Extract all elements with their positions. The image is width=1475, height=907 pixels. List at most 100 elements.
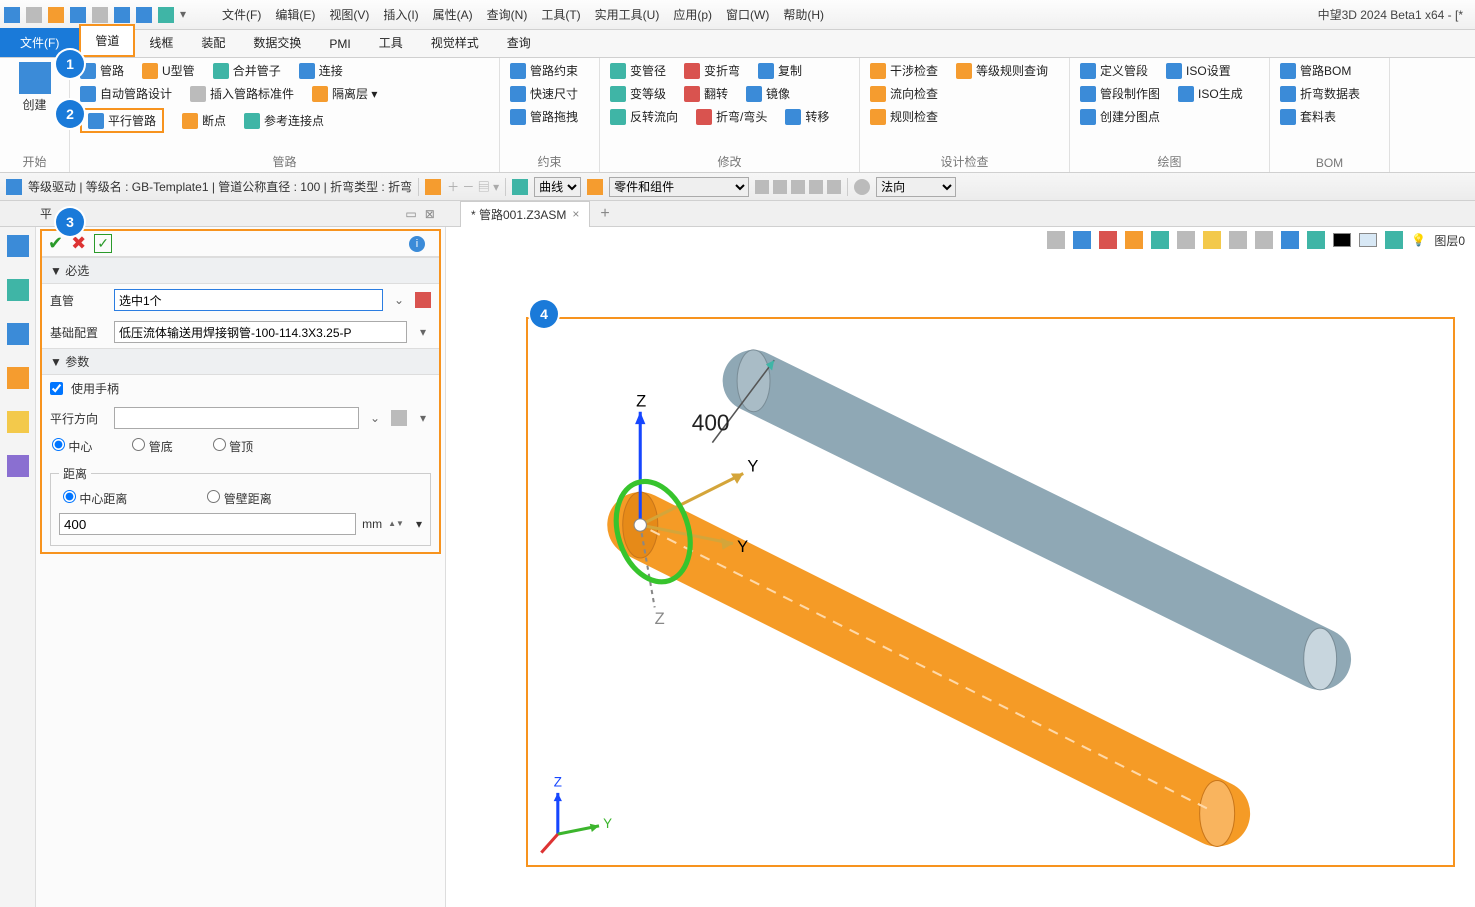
apply-icon[interactable]: ✓ bbox=[94, 234, 112, 253]
cmd-segdraw[interactable]: 管段制作图 bbox=[1080, 85, 1160, 102]
ribbon-tab-wire[interactable]: 线框 bbox=[135, 28, 187, 57]
cmd-rulequery[interactable]: 等级规则查询 bbox=[956, 62, 1048, 79]
cmd-constraint[interactable]: 管路约束 bbox=[510, 62, 578, 79]
input-basecfg[interactable] bbox=[114, 321, 407, 343]
cmd-parallel-route[interactable]: 平行管路 bbox=[80, 108, 164, 133]
redo-icon[interactable] bbox=[136, 7, 152, 23]
chart-icon[interactable] bbox=[512, 179, 528, 195]
filter-sel2[interactable]: 零件和组件 bbox=[609, 177, 749, 197]
ct-8-icon[interactable] bbox=[1229, 231, 1247, 249]
cmd-isoset[interactable]: ISO设置 bbox=[1166, 62, 1231, 79]
menu-app[interactable]: 应用(p) bbox=[667, 2, 718, 27]
cmd-autoroute[interactable]: 自动管路设计 bbox=[80, 85, 172, 102]
menu-edit[interactable]: 编辑(E) bbox=[269, 2, 321, 27]
cursor-icon[interactable] bbox=[425, 179, 441, 195]
cmd-changedia[interactable]: 变管径 bbox=[610, 62, 666, 79]
ltb-user-icon[interactable] bbox=[7, 455, 29, 477]
cmd-interference[interactable]: 干涉检查 bbox=[870, 62, 938, 79]
dist-more-icon[interactable]: ▾ bbox=[416, 517, 422, 531]
ribbon-tab-query[interactable]: 查询 bbox=[493, 28, 545, 57]
ct-9-icon[interactable] bbox=[1255, 231, 1273, 249]
cmd-changelevel[interactable]: 变等级 bbox=[610, 85, 666, 102]
cmd-bendtype[interactable]: 折弯/弯头 bbox=[696, 108, 767, 125]
cmd-mirror[interactable]: 镜像 bbox=[746, 85, 790, 102]
cmd-connect[interactable]: 连接 bbox=[299, 62, 343, 79]
cmd-refpoint[interactable]: 参考连接点 bbox=[244, 112, 324, 129]
ltb-layers-icon[interactable] bbox=[7, 323, 29, 345]
cmd-transfer[interactable]: 转移 bbox=[785, 108, 829, 125]
input-pipe-dd-icon[interactable]: ⌄ bbox=[391, 293, 407, 307]
ltb-pipe-icon[interactable] bbox=[7, 235, 29, 257]
filter-sel3[interactable]: 法向 bbox=[876, 177, 956, 197]
save-icon[interactable] bbox=[70, 7, 86, 23]
cmd-isolate[interactable]: 隔离层 ▾ bbox=[312, 85, 377, 102]
input-pipe[interactable] bbox=[114, 289, 383, 311]
refresh-icon[interactable] bbox=[158, 7, 174, 23]
f-icon-5[interactable] bbox=[827, 180, 841, 194]
new-icon[interactable] bbox=[26, 7, 42, 23]
open-icon[interactable] bbox=[48, 7, 64, 23]
swatch-blue[interactable] bbox=[1359, 233, 1377, 247]
ltb-box-icon[interactable] bbox=[7, 367, 29, 389]
cmd-drag[interactable]: 管路拖拽 bbox=[510, 108, 578, 125]
input-basecfg-dd-icon[interactable]: ▾ bbox=[415, 325, 431, 339]
doc-tab-active[interactable]: * 管路001.Z3ASM × bbox=[460, 201, 590, 227]
panel-min-icon[interactable]: ▭ bbox=[405, 207, 416, 221]
ribbon-tab-pmi[interactable]: PMI bbox=[315, 31, 364, 57]
ribbon-tab-pipe[interactable]: 管道 bbox=[79, 24, 135, 57]
ct-11-icon[interactable] bbox=[1307, 231, 1325, 249]
cmd-defsegment[interactable]: 定义管段 bbox=[1080, 62, 1148, 79]
ct-3-icon[interactable] bbox=[1099, 231, 1117, 249]
ct-2-icon[interactable] bbox=[1073, 231, 1091, 249]
menu-insert[interactable]: 插入(I) bbox=[377, 2, 424, 27]
ct-6-icon[interactable] bbox=[1177, 231, 1195, 249]
cmd-revflow[interactable]: 反转流向 bbox=[610, 108, 678, 125]
cancel-icon[interactable]: ✖ bbox=[71, 233, 86, 254]
cmd-insert-std[interactable]: 插入管路标准件 bbox=[190, 85, 294, 102]
menu-attr[interactable]: 属性(A) bbox=[427, 2, 479, 27]
ok-icon[interactable]: ✔ bbox=[48, 233, 63, 254]
cmd-flip[interactable]: 翻转 bbox=[684, 85, 728, 102]
filter-sel1[interactable]: 曲线 bbox=[534, 177, 581, 197]
radio-walldist[interactable]: 管壁距离 bbox=[207, 490, 271, 507]
section-required[interactable]: ▼ 必选 bbox=[42, 257, 439, 284]
undo-icon[interactable] bbox=[114, 7, 130, 23]
cmd-quickdim[interactable]: 快速尺寸 bbox=[510, 85, 578, 102]
ct-7-icon[interactable] bbox=[1203, 231, 1221, 249]
layer-label[interactable]: 图层0 bbox=[1434, 232, 1465, 249]
ribbon-tab-assembly[interactable]: 装配 bbox=[187, 28, 239, 57]
section-params[interactable]: ▼ 参数 bbox=[42, 348, 439, 375]
cmd-create[interactable]: 创建 bbox=[10, 62, 59, 113]
globe-icon[interactable] bbox=[854, 179, 870, 195]
menu-window[interactable]: 窗口(W) bbox=[720, 2, 775, 27]
canvas[interactable]: 💡 图层0 bbox=[446, 227, 1475, 907]
input-dir-pick-icon[interactable] bbox=[391, 410, 407, 426]
spinner-icon[interactable]: ▲▼ bbox=[388, 520, 404, 528]
ribbon-tab-exchange[interactable]: 数据交换 bbox=[239, 28, 315, 57]
box-icon[interactable] bbox=[587, 179, 603, 195]
f-icon-2[interactable] bbox=[773, 180, 787, 194]
cmd-route[interactable]: 管路 bbox=[80, 62, 124, 79]
cmd-nesting[interactable]: 套料表 bbox=[1280, 108, 1336, 125]
cmd-flowcheck[interactable]: 流向检查 bbox=[870, 85, 938, 102]
doc-tab-close-icon[interactable]: × bbox=[572, 207, 579, 221]
qat-dropdown-icon[interactable]: ▾ bbox=[180, 7, 196, 23]
ct-4-icon[interactable] bbox=[1125, 231, 1143, 249]
input-pipe-pick-icon[interactable] bbox=[415, 292, 431, 308]
radio-bottom[interactable]: 管底 bbox=[132, 438, 172, 455]
ct-12-icon[interactable] bbox=[1385, 231, 1403, 249]
menu-file[interactable]: 文件(F) bbox=[216, 2, 267, 27]
menu-view[interactable]: 视图(V) bbox=[323, 2, 375, 27]
cmd-pipebom[interactable]: 管路BOM bbox=[1280, 62, 1351, 79]
viewport[interactable]: Z Y Y Z 400 Z Y bbox=[526, 317, 1455, 867]
cmd-rulecheck[interactable]: 规则检查 bbox=[870, 108, 938, 125]
ribbon-tab-tools[interactable]: 工具 bbox=[365, 28, 417, 57]
layer-bulb-icon[interactable]: 💡 bbox=[1411, 233, 1426, 247]
ct-1-icon[interactable] bbox=[1047, 231, 1065, 249]
cmd-break[interactable]: 断点 bbox=[182, 112, 226, 129]
ribbon-tab-visual[interactable]: 视觉样式 bbox=[417, 28, 493, 57]
chk-handle[interactable] bbox=[50, 382, 63, 395]
radio-top[interactable]: 管顶 bbox=[213, 438, 253, 455]
swatch-black[interactable] bbox=[1333, 233, 1351, 247]
f-icon-3[interactable] bbox=[791, 180, 805, 194]
